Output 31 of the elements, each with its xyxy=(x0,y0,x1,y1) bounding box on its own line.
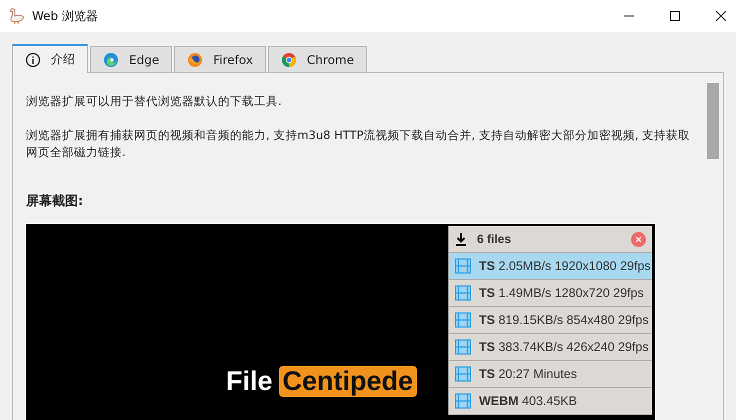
file-info: TS 383.74KB/s 426x240 29fps xyxy=(479,340,649,354)
popup-title: 6 files xyxy=(477,232,512,246)
file-info: TS 2.05MB/s 1920x1080 29fps xyxy=(479,259,651,273)
file-info: WEBM 403.45KB xyxy=(479,394,577,408)
edge-icon xyxy=(103,52,119,68)
browser-tab[interactable]: Edge xyxy=(90,46,172,72)
file-info: TS 819.15KB/s 854x480 29fps xyxy=(479,313,649,327)
section-heading: 屏幕截图: xyxy=(26,193,84,210)
logo-text: File xyxy=(226,366,273,397)
film-icon xyxy=(455,393,471,409)
logo-highlight: Centipede xyxy=(278,366,418,397)
film-icon xyxy=(455,258,471,274)
description-text: 浏览器扩展拥有捕获网页的视频和音频的能力, 支持m3u8 HTTP流视频下载自动合并, 支持自动解密大部分加密视频, 支持获取网页全部磁力链接. xyxy=(26,127,692,161)
film-icon xyxy=(455,312,471,328)
file-row[interactable]: TS 2.05MB/s 1920x1080 29fps xyxy=(449,253,652,280)
film-icon xyxy=(455,339,471,355)
browser-tab[interactable]: Firefox xyxy=(174,46,266,72)
film-icon xyxy=(455,285,471,301)
chrome-icon xyxy=(280,52,297,68)
firefox-icon xyxy=(187,52,204,68)
browser-tab[interactable]: 介绍 xyxy=(12,44,88,73)
scrollbar-thumb[interactable] xyxy=(707,83,719,159)
download-icon xyxy=(455,232,467,246)
info-icon xyxy=(25,52,41,68)
goose-icon xyxy=(8,7,26,25)
window-title: Web 浏览器 xyxy=(32,8,98,24)
browser-tab[interactable]: Chrome xyxy=(268,46,367,72)
file-info: TS 20:27 Minutes xyxy=(479,367,577,381)
description-text: 浏览器扩展可以用于替代浏览器默认的下载工具. xyxy=(26,93,283,110)
file-info: TS 1.49MB/s 1280x720 29fps xyxy=(479,286,644,300)
film-icon xyxy=(455,366,471,382)
